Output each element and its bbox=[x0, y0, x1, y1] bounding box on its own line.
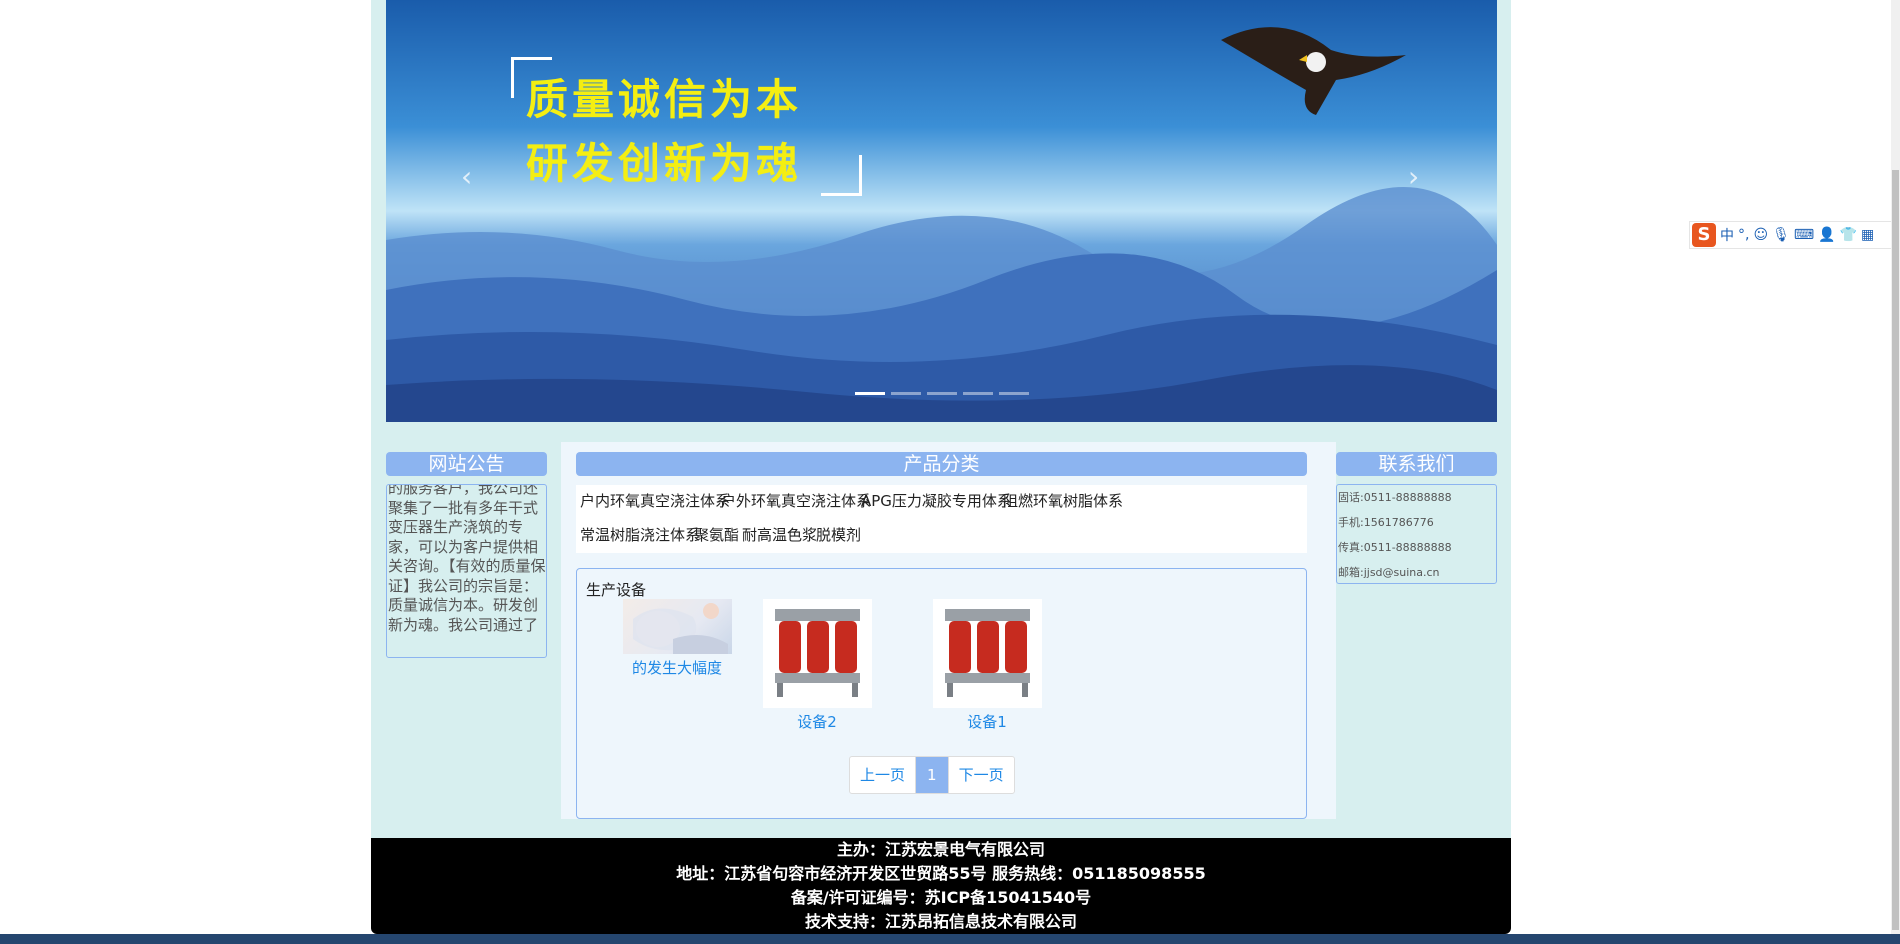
ime-punctuation[interactable]: °, bbox=[1738, 227, 1749, 243]
os-taskbar[interactable] bbox=[0, 934, 1900, 944]
equipment-title: 生产设备 bbox=[586, 581, 647, 599]
page-scrollbar[interactable] bbox=[1891, 0, 1900, 934]
category-link[interactable]: 阻燃环氧树脂体系 bbox=[1003, 490, 1123, 511]
footer-address: 地址：江苏省句容市经济开发区世贸路55号 服务热线：051185098555 bbox=[676, 864, 1206, 883]
carousel-next-arrow-icon[interactable]: › bbox=[1408, 160, 1419, 193]
banner-carousel[interactable]: 质量诚信为本 研发创新为魂 ‹ › bbox=[386, 0, 1497, 422]
current-page-button[interactable]: 1 bbox=[916, 757, 949, 793]
next-page-button[interactable]: 下一页 bbox=[949, 757, 1014, 793]
category-list: 户内环氧真空浇注体系 户外环氧真空浇注体系 APG压力凝胶专用体系 阻燃环氧树脂… bbox=[576, 485, 1307, 553]
page-body: 质量诚信为本 研发创新为魂 ‹ › 网站公告 的服务客户，我公司还聚集了一批有多… bbox=[371, 0, 1511, 838]
footer-icp: 备案/许可证编号：苏ICP备15041540号 bbox=[790, 888, 1092, 907]
contact-mobile: 手机:1561786776 bbox=[1338, 516, 1434, 529]
thumbnail-art bbox=[632, 603, 728, 654]
product-card[interactable]: 的发生大幅度 bbox=[622, 599, 732, 678]
notice-panel: 网站公告 的服务客户，我公司还聚集了一批有多年干式变压器生产浇筑的专家，可以为客… bbox=[386, 452, 547, 658]
contact-fax: 传真:0511-88888888 bbox=[1338, 541, 1452, 554]
slogan-line-2: 研发创新为魂 bbox=[526, 139, 803, 188]
footer-host: 主办：江苏宏景电气有限公司 bbox=[836, 840, 1045, 859]
sogou-logo-icon[interactable]: S bbox=[1692, 223, 1716, 247]
category-link[interactable]: 户外环氧真空浇注体系 bbox=[721, 490, 871, 511]
ime-toolbar[interactable]: S 中 °, ☺ 🎙 ⌨ 👤 👕 ▦ bbox=[1689, 221, 1900, 249]
transformer-art bbox=[944, 609, 1030, 697]
site-footer: 主办：江苏宏景电气有限公司 地址：江苏省句容市经济开发区世贸路55号 服务热线：… bbox=[371, 838, 1511, 934]
anime-picture-thumbnail-icon[interactable] bbox=[622, 599, 732, 654]
transformer-thumbnail-icon[interactable] bbox=[932, 599, 1042, 708]
ime-mode[interactable]: 中 bbox=[1720, 225, 1734, 245]
footer-support: 技术支持：江苏昂拓信息技术有限公司 bbox=[804, 912, 1077, 931]
category-link[interactable]: 耐高温色浆 bbox=[742, 524, 817, 545]
product-card[interactable]: 设备1 bbox=[932, 599, 1042, 732]
carousel-indicators bbox=[855, 392, 1029, 395]
category-link[interactable]: 常温树脂浇注体系 bbox=[580, 524, 700, 545]
notice-marquee: 的服务客户，我公司还聚集了一批有多年干式变压器生产浇筑的专家，可以为客户提供相关… bbox=[386, 484, 547, 658]
carousel-dot[interactable] bbox=[855, 392, 885, 395]
equipment-panel: 生产设备 的发生大幅度 设备2 设备1 上一页 1 下一页 bbox=[576, 568, 1307, 819]
product-card[interactable]: 设备2 bbox=[762, 599, 872, 732]
slogan-bracket-right bbox=[821, 155, 862, 196]
transformer-art bbox=[774, 609, 860, 697]
notice-text: 的服务客户，我公司还聚集了一批有多年干式变压器生产浇筑的专家，可以为客户提供相关… bbox=[388, 484, 546, 634]
slogan-line-1: 质量诚信为本 bbox=[526, 75, 803, 124]
category-link[interactable]: 脱模剂 bbox=[816, 524, 861, 545]
eagle-icon bbox=[1221, 27, 1406, 116]
product-label[interactable]: 的发生大幅度 bbox=[622, 657, 732, 678]
main-content: 产品分类 户内环氧真空浇注体系 户外环氧真空浇注体系 APG压力凝胶专用体系 阻… bbox=[561, 442, 1336, 819]
category-title: 产品分类 bbox=[576, 452, 1307, 476]
pagination: 上一页 1 下一页 bbox=[849, 756, 1015, 794]
user-icon[interactable]: 👤 bbox=[1818, 227, 1835, 243]
contact-phone: 固话:0511-88888888 bbox=[1338, 491, 1452, 504]
carousel-dot[interactable] bbox=[999, 392, 1029, 395]
transformer-thumbnail-icon[interactable] bbox=[762, 599, 872, 708]
emoji-icon[interactable]: ☺ bbox=[1753, 227, 1768, 243]
carousel-prev-arrow-icon[interactable]: ‹ bbox=[461, 160, 472, 193]
grid-icon[interactable]: ▦ bbox=[1861, 227, 1874, 243]
product-label[interactable]: 设备2 bbox=[762, 711, 872, 732]
product-label[interactable]: 设备1 bbox=[932, 711, 1042, 732]
scrollbar-thumb[interactable] bbox=[1892, 170, 1899, 930]
category-link[interactable]: 聚氨酯 bbox=[694, 524, 739, 545]
shirt-icon[interactable]: 👕 bbox=[1840, 227, 1857, 243]
microphone-icon[interactable]: 🎙 bbox=[1772, 227, 1790, 243]
contact-email: 邮箱:jjsd@suina.cn bbox=[1338, 566, 1440, 579]
category-link[interactable]: APG压力凝胶专用体系 bbox=[861, 490, 1012, 511]
carousel-dot[interactable] bbox=[927, 392, 957, 395]
keyboard-icon[interactable]: ⌨ bbox=[1794, 227, 1814, 243]
contact-title: 联系我们 bbox=[1336, 452, 1497, 476]
carousel-dot[interactable] bbox=[891, 392, 921, 395]
carousel-dot[interactable] bbox=[963, 392, 993, 395]
category-link[interactable]: 户内环氧真空浇注体系 bbox=[580, 490, 730, 511]
contact-info: 固话:0511-88888888 手机:1561786776 传真:0511-8… bbox=[1336, 484, 1497, 584]
notice-title: 网站公告 bbox=[386, 452, 547, 476]
contact-panel: 联系我们 固话:0511-88888888 手机:1561786776 传真:0… bbox=[1336, 452, 1497, 584]
prev-page-button[interactable]: 上一页 bbox=[850, 757, 917, 793]
